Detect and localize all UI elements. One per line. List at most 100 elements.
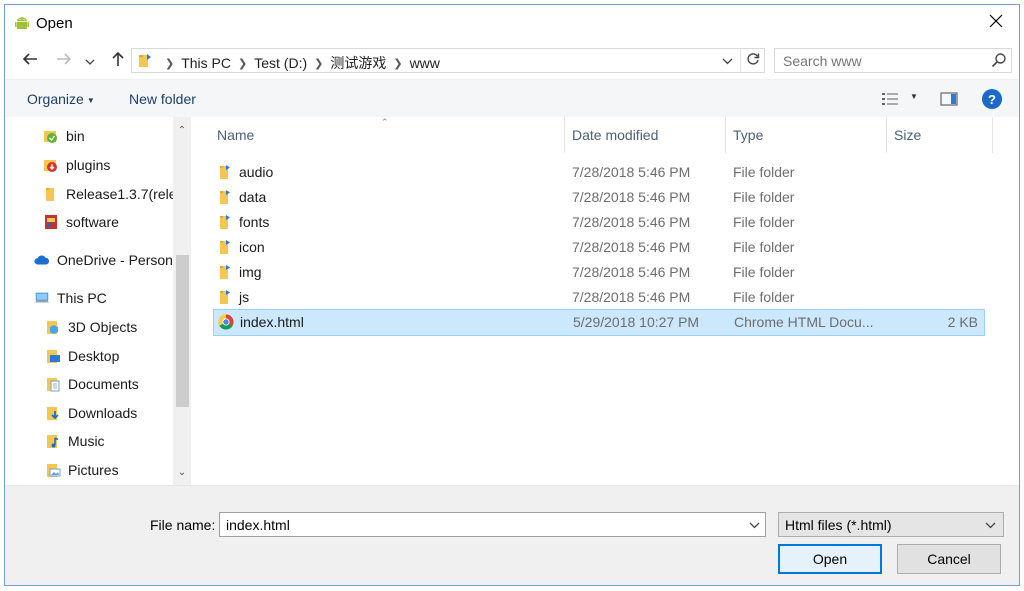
nav-item-onedrive[interactable]: OneDrive - Person bbox=[34, 248, 173, 272]
breadcrumb-www[interactable]: www bbox=[410, 55, 440, 71]
nav-item-label: 3D Objects bbox=[68, 319, 138, 335]
arrow-right-icon bbox=[56, 52, 72, 69]
nav-item-label: software bbox=[66, 214, 119, 230]
nav-item-3d-objects[interactable]: 3D Objects bbox=[45, 315, 137, 339]
red-arrow-folder-icon bbox=[43, 157, 59, 173]
chevron-right-icon: ❯ bbox=[165, 57, 175, 70]
chevron-right-icon[interactable]: ❯ bbox=[238, 57, 247, 70]
search-box[interactable] bbox=[774, 48, 1012, 73]
column-header-name[interactable]: Name bbox=[210, 117, 565, 153]
nav-item-software[interactable]: software bbox=[43, 210, 119, 234]
file-type-filter-value: Html files (*.html) bbox=[785, 517, 892, 533]
3d-objects-icon bbox=[45, 319, 61, 335]
chevron-down-icon[interactable] bbox=[745, 516, 763, 534]
file-row-audio[interactable]: audio 7/28/2018 5:46 PM File folder bbox=[213, 160, 985, 185]
nav-item-label: plugins bbox=[66, 157, 111, 173]
close-button[interactable] bbox=[973, 5, 1019, 39]
view-caret-icon[interactable]: ▼ bbox=[910, 92, 918, 101]
file-row-data[interactable]: data 7/28/2018 5:46 PM File folder bbox=[213, 185, 985, 210]
file-type-filter[interactable]: Html files (*.html) bbox=[778, 512, 1004, 537]
cancel-button[interactable]: Cancel bbox=[897, 544, 1001, 574]
file-date: 5/29/2018 10:27 PM bbox=[573, 314, 700, 330]
nav-item-label: OneDrive - Person bbox=[57, 252, 173, 268]
address-row: ❯ This PC ❯ Test (D:) ❯ 测试游戏 ❯ www bbox=[5, 41, 1019, 79]
column-header-type[interactable]: Type bbox=[726, 117, 887, 153]
dialog-footer: File name: Html files (*.html) Open Canc… bbox=[5, 485, 1019, 585]
chevron-right-icon[interactable]: ❯ bbox=[393, 57, 402, 70]
scrollbar-thumb[interactable] bbox=[176, 255, 189, 407]
computer-icon bbox=[34, 290, 50, 306]
refresh-icon bbox=[746, 52, 760, 69]
caret-down-icon: ▼ bbox=[86, 95, 95, 105]
file-type: File folder bbox=[733, 189, 795, 205]
nav-item-label: Release1.3.7(rele bbox=[66, 186, 177, 202]
column-header-date[interactable]: Date modified bbox=[565, 117, 726, 153]
file-row-img[interactable]: img 7/28/2018 5:46 PM File folder bbox=[213, 260, 985, 285]
nav-item-music[interactable]: Music bbox=[45, 429, 105, 453]
breadcrumb-this-pc[interactable]: This PC bbox=[181, 55, 231, 71]
file-row-icon[interactable]: icon 7/28/2018 5:46 PM File folder bbox=[213, 235, 985, 260]
nav-item-label: Pictures bbox=[68, 462, 119, 478]
file-row-index-html[interactable]: index.html 5/29/2018 10:27 PM Chrome HTM… bbox=[213, 309, 985, 336]
file-name-input[interactable] bbox=[220, 513, 740, 536]
refresh-button[interactable] bbox=[740, 49, 764, 72]
folder-icon bbox=[138, 53, 152, 71]
file-name-combobox[interactable] bbox=[219, 512, 766, 537]
file-row-js[interactable]: js 7/28/2018 5:46 PM File folder bbox=[213, 285, 985, 310]
file-type: File folder bbox=[733, 214, 795, 230]
file-name: data bbox=[239, 189, 267, 205]
folder-icon bbox=[43, 186, 59, 202]
breadcrumb-game-folder[interactable]: 测试游戏 bbox=[330, 53, 386, 73]
recent-locations-button[interactable] bbox=[83, 49, 97, 71]
help-icon[interactable]: ? bbox=[982, 89, 1002, 109]
preview-pane-icon[interactable] bbox=[940, 91, 958, 110]
nav-item-desktop[interactable]: Desktop bbox=[45, 344, 119, 368]
folder-icon bbox=[217, 214, 233, 230]
forward-button[interactable] bbox=[53, 49, 75, 71]
chevron-down-icon[interactable]: ⌄ bbox=[173, 463, 191, 481]
breadcrumb-test-drive[interactable]: Test (D:) bbox=[254, 55, 307, 71]
file-row-fonts[interactable]: fonts 7/28/2018 5:46 PM File folder bbox=[213, 210, 985, 235]
file-name: js bbox=[239, 289, 250, 305]
pictures-folder-icon bbox=[45, 462, 61, 478]
file-size: 2 KB bbox=[947, 314, 978, 330]
nav-item-downloads[interactable]: Downloads bbox=[45, 401, 137, 425]
back-button[interactable] bbox=[19, 49, 41, 71]
nav-item-pictures[interactable]: Pictures bbox=[45, 458, 119, 482]
organize-menu[interactable]: Organize ▼ bbox=[27, 91, 95, 107]
view-options-icon[interactable] bbox=[881, 91, 899, 110]
new-folder-button[interactable]: New folder bbox=[129, 91, 196, 107]
search-input[interactable] bbox=[775, 49, 985, 72]
desktop-folder-icon bbox=[45, 348, 61, 364]
nav-scrollbar[interactable]: ⌃ ⌄ bbox=[173, 117, 191, 485]
file-date: 7/28/2018 5:46 PM bbox=[572, 164, 691, 180]
nav-item-documents[interactable]: Documents bbox=[45, 372, 139, 396]
window-title: Open bbox=[36, 15, 73, 32]
file-name: img bbox=[239, 264, 262, 280]
search-icon[interactable] bbox=[991, 52, 1007, 71]
folder-icon bbox=[217, 239, 233, 255]
chevron-down-icon bbox=[85, 52, 95, 68]
file-date: 7/28/2018 5:46 PM bbox=[572, 189, 691, 205]
nav-item-this-pc[interactable]: This PC bbox=[34, 286, 107, 310]
nav-item-bin[interactable]: bin bbox=[43, 124, 85, 148]
address-dropdown-button[interactable] bbox=[718, 52, 736, 70]
nav-item-plugins[interactable]: plugins bbox=[43, 153, 110, 177]
column-header-size[interactable]: Size bbox=[887, 117, 993, 153]
title-bar: Open bbox=[5, 5, 1019, 41]
chevron-up-icon[interactable]: ⌃ bbox=[173, 121, 191, 139]
nav-item-label: bin bbox=[66, 128, 85, 144]
file-name: index.html bbox=[240, 314, 304, 330]
chevron-right-icon[interactable]: ❯ bbox=[314, 57, 323, 70]
folder-icon bbox=[217, 289, 233, 305]
file-date: 7/28/2018 5:46 PM bbox=[572, 239, 691, 255]
file-name-label: File name: bbox=[150, 517, 216, 533]
chrome-icon bbox=[218, 314, 234, 330]
open-button[interactable]: Open bbox=[778, 544, 882, 574]
up-button[interactable] bbox=[107, 49, 129, 71]
file-list: ⌃ Name Date modified Type Size audio 7/2… bbox=[191, 117, 1019, 485]
nav-item-release[interactable]: Release1.3.7(rele bbox=[43, 182, 177, 206]
chevron-down-icon bbox=[981, 516, 999, 534]
arrow-up-icon bbox=[111, 51, 125, 70]
address-bar[interactable]: ❯ This PC ❯ Test (D:) ❯ 测试游戏 ❯ www bbox=[131, 48, 765, 73]
